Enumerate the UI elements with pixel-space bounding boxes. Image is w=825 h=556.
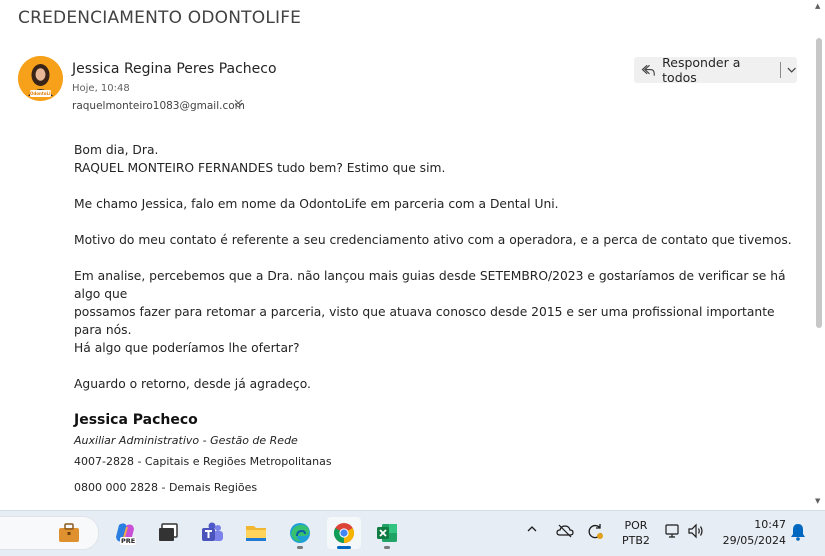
notification-bell-icon[interactable] [790, 523, 806, 544]
chrome-browser-icon[interactable] [327, 517, 361, 549]
avatar-logo-text: OdontoLife [30, 91, 51, 96]
greeting: Bom dia, Dra. [74, 143, 159, 157]
signature-phone: 0800 000 2828 - Demais Regiões [74, 481, 258, 494]
edge-browser-icon[interactable] [285, 518, 315, 548]
body-line: possamos fazer para retomar a parceria, … [74, 305, 775, 337]
clock-time: 10:47 [754, 518, 786, 531]
sync-status-icon[interactable] [586, 522, 604, 543]
system-clock[interactable]: 10:47 29/05/2024 [718, 517, 786, 549]
reply-all-icon [641, 64, 655, 76]
copilot-pre-badge: PRE [120, 537, 137, 545]
email-body: Bom dia, Dra. RAQUEL MONTEIRO FERNANDES … [74, 141, 804, 393]
body-paragraph: Aguardo o retorno, desde já agradeço. [74, 377, 311, 391]
scroll-down-icon[interactable]: ▼ [815, 497, 820, 505]
body-paragraph: Motivo do meu contato é referente a seu … [74, 233, 792, 247]
recipient-address[interactable]: raquelmonteiro1083@gmail.com [72, 100, 245, 112]
volume-icon[interactable] [687, 522, 705, 543]
briefcase-icon [59, 523, 79, 542]
body-paragraph: Me chamo Jessica, falo em nome da Odonto… [74, 197, 559, 211]
show-hidden-icons-chevron-icon[interactable] [526, 523, 538, 538]
file-explorer-icon[interactable] [241, 518, 271, 548]
clock-date: 29/05/2024 [722, 534, 786, 547]
email-reading-pane: CREDENCIAMENTO ODONTOLIFE OdontoLife Jes… [0, 0, 813, 510]
teams-app-icon[interactable] [197, 518, 227, 548]
copilot-app-icon[interactable]: PRE [110, 518, 140, 548]
keyboard-layout: PTB2 [622, 534, 650, 547]
body-line: RAQUEL MONTEIRO FERNANDES tudo bem? Esti… [74, 161, 446, 175]
signature-phone: 4007-2828 - Capitais e Regiões Metropoli… [74, 455, 332, 468]
sent-time: Hoje, 10:48 [72, 83, 130, 94]
taskbar: PRE POR PTB2 10:47 29/05/2024 [0, 510, 825, 556]
onedrive-offline-icon[interactable] [556, 523, 574, 542]
excel-running-indicator [384, 546, 390, 549]
language-indicator[interactable]: POR PTB2 [622, 518, 650, 548]
body-line: Em analise, percebemos que a Dra. não la… [74, 269, 786, 301]
email-subject: CREDENCIAMENTO ODONTOLIFE [18, 8, 302, 28]
sender-name[interactable]: Jessica Regina Peres Pacheco [72, 61, 277, 77]
sender-avatar[interactable]: OdontoLife [18, 56, 63, 101]
excel-app-icon[interactable] [372, 518, 402, 548]
reply-all-button[interactable]: Responder a todos [634, 55, 797, 85]
edge-running-indicator [297, 546, 303, 549]
input-language: POR [624, 519, 648, 532]
reply-all-label: Responder a todos [662, 55, 741, 85]
expand-recipients-icon[interactable] [234, 99, 243, 111]
network-icon[interactable] [663, 522, 681, 543]
chevron-down-icon[interactable] [786, 64, 797, 76]
taskbar-search-box[interactable] [0, 516, 99, 550]
scroll-up-icon[interactable]: ▲ [815, 2, 820, 10]
chrome-active-indicator [337, 546, 351, 549]
body-line: Há algo que poderíamos lhe ofertar? [74, 341, 300, 355]
signature-name: Jessica Pacheco [74, 412, 198, 428]
signature-role: Auxiliar Administrativo - Gestão de Rede [74, 434, 298, 447]
button-divider [779, 62, 781, 78]
scrollbar-thumb[interactable] [816, 38, 822, 328]
task-view-icon[interactable] [153, 518, 183, 548]
